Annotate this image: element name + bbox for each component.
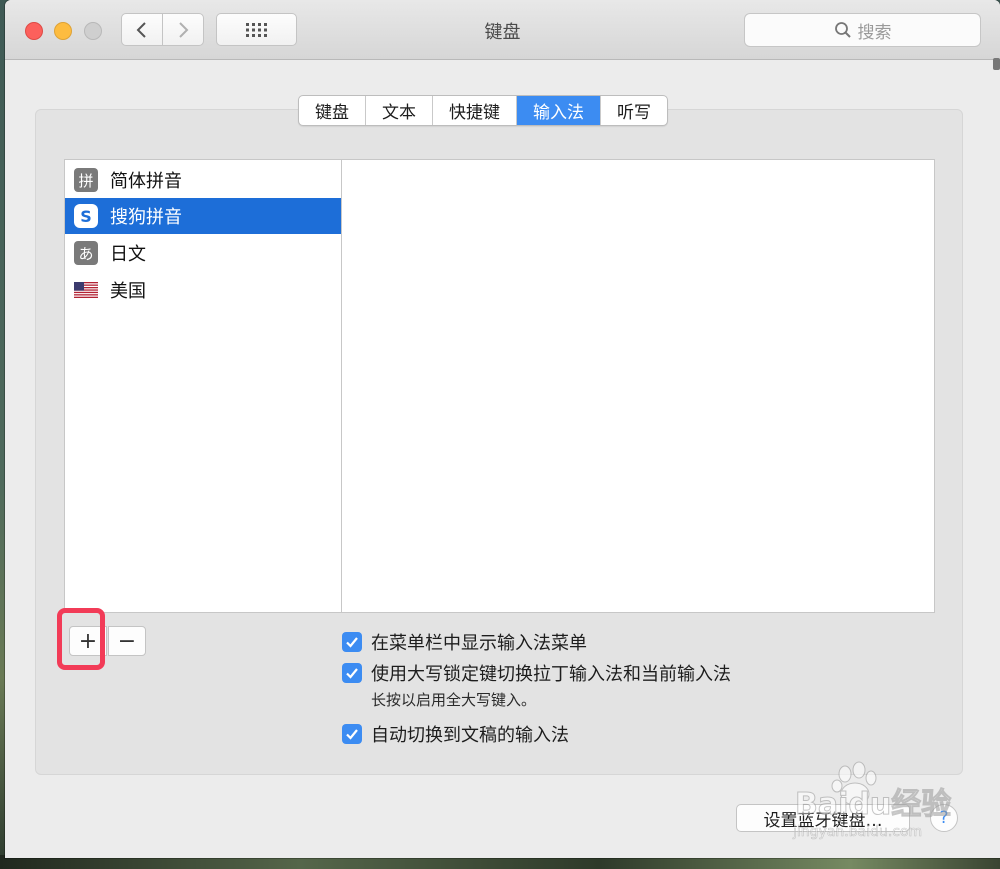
tab-shortcuts[interactable]: 快捷键 bbox=[433, 96, 517, 125]
title-bar: 键盘 搜索 bbox=[5, 0, 1000, 60]
list-item-label: 美国 bbox=[110, 281, 146, 302]
pinyin-icon: 拼 bbox=[74, 168, 98, 192]
input-sources-area: 拼 简体拼音 S 搜狗拼音 あ 日文 美国 bbox=[64, 159, 935, 613]
sogou-icon: S bbox=[74, 204, 98, 228]
checkbox-checked-icon[interactable] bbox=[342, 724, 362, 744]
list-item-simplified-pinyin[interactable]: 拼 简体拼音 bbox=[65, 162, 341, 198]
us-flag-icon bbox=[74, 278, 98, 302]
help-button[interactable]: ? bbox=[930, 804, 958, 832]
input-source-list[interactable]: 拼 简体拼音 S 搜狗拼音 あ 日文 美国 bbox=[65, 160, 342, 612]
list-item-label: 简体拼音 bbox=[110, 171, 182, 192]
caps-lock-label: 使用大写锁定键切换拉丁输入法和当前输入法 bbox=[371, 664, 731, 685]
search-field[interactable]: 搜索 bbox=[744, 13, 981, 47]
auto-switch-label: 自动切换到文稿的输入法 bbox=[371, 725, 569, 746]
caps-lock-option[interactable]: 使用大写锁定键切换拉丁输入法和当前输入法 bbox=[342, 660, 731, 686]
tab-dictation[interactable]: 听写 bbox=[601, 96, 667, 125]
window-edge-marker bbox=[993, 58, 1000, 70]
caps-lock-hint: 长按以启用全大写键入。 bbox=[371, 691, 537, 709]
checkbox-checked-icon[interactable] bbox=[342, 663, 362, 683]
list-item-label: 日文 bbox=[110, 244, 146, 265]
annotation-highlight-box bbox=[57, 608, 105, 670]
system-preferences-window: 键盘 搜索 键盘 文本 快捷键 输入法 听写 拼 简体拼音 S 搜狗拼音 あ 日… bbox=[5, 0, 1000, 858]
hiragana-icon: あ bbox=[74, 241, 98, 265]
tab-keyboard[interactable]: 键盘 bbox=[299, 96, 366, 125]
list-item-label: 搜狗拼音 bbox=[110, 207, 182, 228]
checkbox-checked-icon[interactable] bbox=[342, 632, 362, 652]
tab-bar: 键盘 文本 快捷键 输入法 听写 bbox=[298, 95, 668, 126]
tab-text[interactable]: 文本 bbox=[366, 96, 433, 125]
show-menu-label: 在菜单栏中显示输入法菜单 bbox=[371, 633, 587, 654]
setup-bluetooth-keyboard-button[interactable]: 设置蓝牙键盘… bbox=[736, 804, 910, 832]
search-icon bbox=[834, 22, 851, 38]
search-placeholder: 搜索 bbox=[857, 22, 892, 43]
list-item-japanese[interactable]: あ 日文 bbox=[65, 235, 341, 271]
list-item-us[interactable]: 美国 bbox=[65, 272, 341, 308]
tab-input-sources[interactable]: 输入法 bbox=[517, 96, 601, 125]
show-menu-option[interactable]: 在菜单栏中显示输入法菜单 bbox=[342, 629, 587, 655]
auto-switch-option[interactable]: 自动切换到文稿的输入法 bbox=[342, 721, 569, 747]
remove-input-source-button[interactable]: − bbox=[108, 626, 146, 656]
list-item-sogou-pinyin[interactable]: S 搜狗拼音 bbox=[65, 198, 341, 234]
